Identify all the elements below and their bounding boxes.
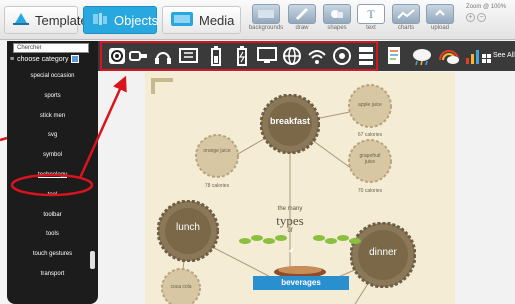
- annotation-arrows: [0, 75, 127, 197]
